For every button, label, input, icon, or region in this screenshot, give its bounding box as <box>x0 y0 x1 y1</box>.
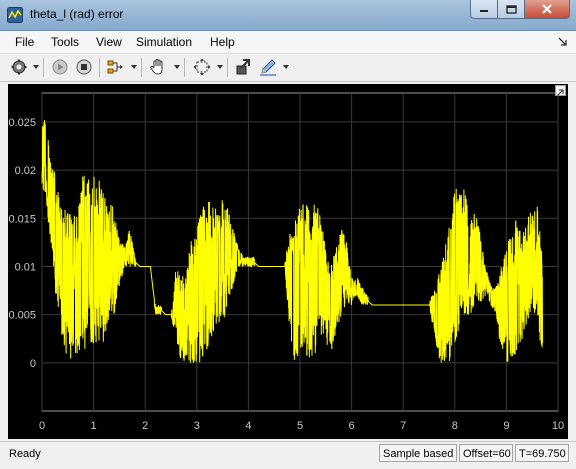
minimize-button[interactable] <box>470 0 498 19</box>
x-tick-label: 4 <box>245 420 251 432</box>
x-tick-label: 0 <box>39 420 45 432</box>
time-status: T=69.750 <box>515 444 569 462</box>
run-button[interactable] <box>50 57 70 77</box>
y-tick-label: 0.01 <box>15 261 36 273</box>
pan-dropdown[interactable] <box>174 65 180 69</box>
x-tick-label: 6 <box>349 420 355 432</box>
x-tick-label: 9 <box>503 420 509 432</box>
minimize-icon <box>480 10 488 12</box>
scope-window: theta_l (rad) error File Tools View Simu… <box>0 0 576 469</box>
sample-mode-status: Sample based <box>379 444 457 462</box>
offset-status: Offset=60 <box>459 444 513 462</box>
close-button[interactable] <box>525 0 570 19</box>
menu-file[interactable]: File <box>15 35 34 49</box>
run-icon <box>52 59 68 75</box>
scope-display[interactable]: 0 1 2 3 4 5 6 7 8 9 10 0 0.005 0.01 0.015 0.02 0.025 <box>8 84 568 439</box>
undock-icon <box>557 89 564 96</box>
y-tick-label: 0.005 <box>8 310 36 322</box>
gear-icon <box>11 59 27 75</box>
x-tick-label: 1 <box>91 420 97 432</box>
x-tick-label: 10 <box>552 420 564 432</box>
toolbar-separator <box>184 58 185 77</box>
x-tick-label: 7 <box>400 420 406 432</box>
toolbar-separator <box>43 58 44 77</box>
y-tick-label: 0.025 <box>8 117 36 129</box>
zoom-fit-dropdown[interactable] <box>217 65 223 69</box>
status-ready-text: Ready <box>9 448 41 460</box>
title-bar[interactable]: theta_l (rad) error <box>0 0 576 31</box>
maximize-icon <box>505 4 517 14</box>
undock-button[interactable] <box>555 85 566 96</box>
signal-select-dropdown[interactable] <box>131 65 137 69</box>
style-button[interactable] <box>258 57 278 77</box>
close-icon <box>542 4 552 14</box>
toolbar-separator <box>99 58 100 77</box>
parameters-dropdown[interactable] <box>33 65 39 69</box>
menu-view[interactable]: View <box>96 35 122 49</box>
y-tick-label: 0.015 <box>8 213 36 225</box>
style-dropdown[interactable] <box>283 65 289 69</box>
signal-select-icon <box>107 60 123 74</box>
toolbar <box>0 54 576 82</box>
menu-help[interactable]: Help <box>210 35 235 49</box>
scope-app-icon <box>7 7 23 23</box>
menu-bar: File Tools View Simulation Help <box>0 31 576 54</box>
status-bar: Ready Sample based Offset=60 T=69.750 <box>0 441 576 469</box>
zoom-fit-icon <box>193 58 211 76</box>
x-tick-label: 8 <box>452 420 458 432</box>
window-title: theta_l (rad) error <box>30 7 124 21</box>
menu-tools[interactable]: Tools <box>51 35 79 49</box>
highlight-block-icon <box>236 59 250 75</box>
dock-arrow-icon[interactable] <box>558 36 568 46</box>
zoom-fit-button[interactable] <box>192 57 212 77</box>
y-tick-label: 0.02 <box>15 165 36 177</box>
toolbar-separator <box>227 58 228 77</box>
x-tick-label: 2 <box>142 420 148 432</box>
maximize-button[interactable] <box>498 0 525 19</box>
toolbar-separator <box>141 58 142 77</box>
signal-select-button[interactable] <box>106 57 126 77</box>
pan-hand-icon <box>150 58 163 75</box>
y-tick-label: 0 <box>30 358 36 370</box>
stop-icon <box>76 59 92 75</box>
highlight-block-button[interactable] <box>234 57 254 77</box>
x-tick-label: 5 <box>297 420 303 432</box>
x-tick-label: 3 <box>194 420 200 432</box>
stop-button[interactable] <box>74 57 94 77</box>
parameters-button[interactable] <box>9 57 29 77</box>
scope-plot[interactable]: 0 1 2 3 4 5 6 7 8 9 10 0 0.005 0.01 0.015 0.02 0.025 <box>8 84 568 439</box>
style-pen-icon <box>260 59 276 76</box>
menu-simulation[interactable]: Simulation <box>136 35 192 49</box>
pan-button[interactable] <box>148 57 168 77</box>
